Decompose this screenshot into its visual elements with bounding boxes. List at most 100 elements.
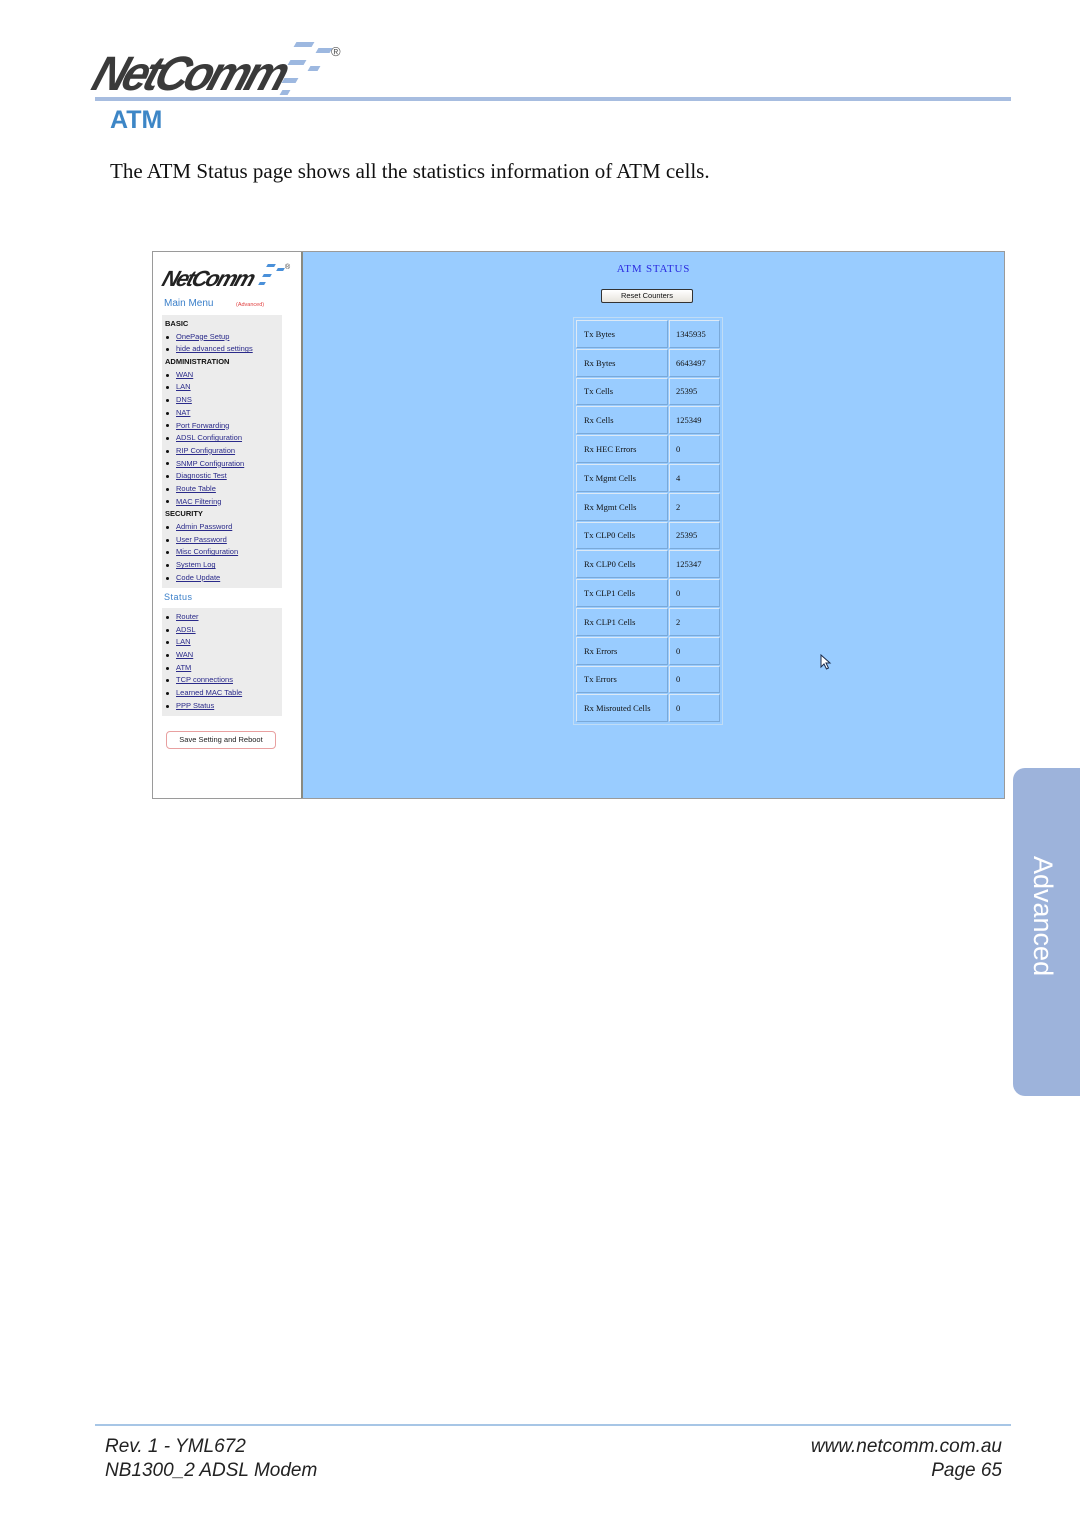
save-and-reboot-button[interactable]: Save Setting and Reboot <box>166 731 276 749</box>
menu-item-admin-password[interactable]: Admin Password <box>164 521 282 534</box>
status-menu-title: Status <box>164 592 193 602</box>
stat-value: 0 <box>669 694 720 723</box>
main-menu-sidebar: NetComm ® Main Menu (Advanced) BASIC One… <box>153 252 303 798</box>
logo-dash <box>287 60 307 65</box>
stat-value: 2 <box>669 607 720 636</box>
menu-item-route-table[interactable]: Route Table <box>164 483 282 496</box>
menu-group-administration: ADMINISTRATION <box>165 357 230 367</box>
stat-value: 0 <box>669 636 720 665</box>
stat-row: Tx Errors 0 <box>576 665 720 694</box>
stat-value: 2 <box>669 492 720 521</box>
status-item-lan[interactable]: LAN <box>164 636 282 649</box>
status-item-tcp-connections[interactable]: TCP connections <box>164 674 282 687</box>
menu-item-code-update[interactable]: Code Update <box>164 572 282 585</box>
main-menu-title: Main Menu <box>164 298 214 309</box>
menu-item-snmp-configuration[interactable]: SNMP Configuration <box>164 458 282 471</box>
stat-row: Tx Mgmt Cells 4 <box>576 463 720 492</box>
bullet-icon <box>166 386 169 390</box>
menu-item-misc-configuration[interactable]: Misc Configuration <box>164 546 282 559</box>
menu-settings-box: BASIC OnePage Setup hide advanced settin… <box>162 315 282 588</box>
menu-item-nat[interactable]: NAT <box>164 407 282 420</box>
logo-dash <box>315 48 333 53</box>
logo-dash <box>307 66 321 71</box>
stat-row: Rx Errors 0 <box>576 636 720 665</box>
mouse-cursor-icon <box>820 654 832 670</box>
logo-dash <box>258 282 266 285</box>
atm-status-panel: ATM STATUS Reset Counters Tx Bytes 134593… <box>303 252 1004 798</box>
bullet-icon <box>166 615 169 619</box>
footer-website: www.netcomm.com.au <box>810 1436 1002 1457</box>
bullet-icon <box>166 398 169 402</box>
menu-item-dns[interactable]: DNS <box>164 394 282 407</box>
menu-item-mac-filtering[interactable]: MAC Filtering <box>164 496 282 509</box>
stat-row: Rx Misrouted Cells 0 <box>576 694 720 723</box>
stat-label: Rx CLP0 Cells <box>576 550 668 579</box>
header-rule <box>95 97 1011 101</box>
status-item-atm[interactable]: ATM <box>164 662 282 675</box>
stat-value: 0 <box>669 435 720 463</box>
atm-status-title: ATM STATUS <box>616 263 691 275</box>
reset-counters-button[interactable]: Reset Counters <box>601 289 693 303</box>
stat-value: 0 <box>669 665 720 694</box>
netcomm-logo: NetComm ® <box>86 38 355 100</box>
stat-row: Rx HEC Errors 0 <box>576 435 720 463</box>
menu-item-lan[interactable]: LAN <box>164 381 282 394</box>
bullet-icon <box>166 691 169 695</box>
menu-item-onepage-setup[interactable]: OnePage Setup <box>164 331 282 344</box>
footer-revision: Rev. 1 - YML672 <box>105 1436 246 1457</box>
stat-value: 4 <box>669 463 720 492</box>
logo-dash <box>262 274 272 277</box>
registered-mark: ® <box>285 264 291 271</box>
status-item-wan[interactable]: WAN <box>164 649 282 662</box>
bullet-icon <box>166 449 169 453</box>
stat-label: Tx Bytes <box>576 320 668 348</box>
menu-item-diagnostic-test[interactable]: Diagnostic Test <box>164 470 282 483</box>
bullet-icon <box>166 348 169 352</box>
status-item-ppp-status[interactable]: PPP Status <box>164 700 282 713</box>
status-item-learned-mac-table[interactable]: Learned MAC Table <box>164 687 282 700</box>
bullet-icon <box>166 679 169 683</box>
menu-item-user-password[interactable]: User Password <box>164 534 282 547</box>
logo-dash <box>279 90 291 95</box>
menu-item-adsl-configuration[interactable]: ADSL Configuration <box>164 432 282 445</box>
registered-mark: ® <box>331 44 341 59</box>
bullet-icon <box>166 666 169 670</box>
stat-label: Tx CLP0 Cells <box>576 521 668 550</box>
status-item-adsl[interactable]: ADSL <box>164 624 282 637</box>
menu-item-port-forwarding[interactable]: Port Forwarding <box>164 420 282 433</box>
menu-item-hide-advanced[interactable]: hide advanced settings <box>164 343 282 356</box>
menu-item-rip-configuration[interactable]: RIP Configuration <box>164 445 282 458</box>
menu-group-basic: BASIC <box>165 319 189 328</box>
status-item-router[interactable]: Router <box>164 611 282 624</box>
bullet-icon <box>166 641 169 645</box>
stat-row: Rx CLP1 Cells 2 <box>576 607 720 636</box>
menu-item-system-log[interactable]: System Log <box>164 559 282 572</box>
stat-value: 25395 <box>669 521 720 550</box>
stat-label: Tx Cells <box>576 377 668 406</box>
bullet-icon <box>166 437 169 441</box>
stat-label: Rx Misrouted Cells <box>576 694 668 723</box>
stat-label: Tx Errors <box>576 665 668 694</box>
status-menu-box: Router ADSL LAN WAN ATM TCP connections … <box>162 608 282 716</box>
stat-row: Rx Cells 125349 <box>576 406 720 435</box>
stat-label: Rx Bytes <box>576 348 668 377</box>
stat-label: Tx CLP1 Cells <box>576 579 668 607</box>
sidebar-logo-wordmark: NetComm <box>159 266 258 291</box>
stat-value: 1345935 <box>669 320 720 348</box>
bullet-icon <box>166 538 169 542</box>
logo-dash <box>276 268 285 271</box>
intro-text: The ATM Status page shows all the statis… <box>110 159 710 183</box>
menu-item-wan[interactable]: WAN <box>164 369 282 382</box>
bullet-icon <box>166 628 169 632</box>
bullet-icon <box>166 563 169 567</box>
logo-dash <box>266 264 276 267</box>
stat-row: Tx Cells 25395 <box>576 377 720 406</box>
advanced-tab-label: Advanced <box>1028 856 1058 977</box>
stat-value: 6643497 <box>669 348 720 377</box>
footer-product: NB1300_2 ADSL Modem <box>105 1460 318 1481</box>
stat-row: Tx Bytes 1345935 <box>576 320 720 348</box>
bullet-icon <box>166 411 169 415</box>
bullet-icon <box>166 475 169 479</box>
bullet-icon <box>166 500 169 504</box>
stat-value: 25395 <box>669 377 720 406</box>
